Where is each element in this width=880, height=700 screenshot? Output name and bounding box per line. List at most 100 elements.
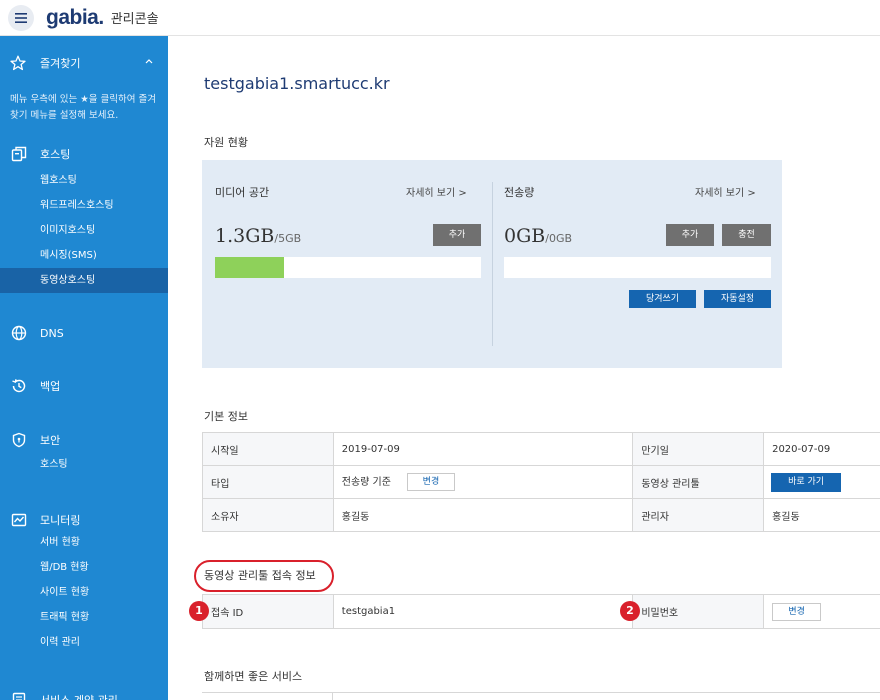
media-space-title: 미디어 공간 [215,186,270,199]
badge-step-1: 1 [189,601,209,621]
badge-step-2: 2 [620,601,640,621]
hamburger-icon [15,12,27,23]
sidebar-item-backup[interactable]: 백업 [0,376,168,396]
sidebar-item-monitoring[interactable]: 모니터링 [0,510,168,530]
basic-info-heading: 기본 정보 [204,410,248,423]
media-progress-fill [215,257,285,278]
password-cell: 변경 [763,594,880,629]
chevron-up-icon[interactable] [144,56,154,66]
sidebar-item-site-status[interactable]: 사이트 현황 [0,580,168,605]
sidebar-section-dns: DNS [0,323,168,343]
type-value-cell: 전송량 기준 변경 [332,465,634,499]
sidebar-item-server-status[interactable]: 서버 현황 [0,530,168,555]
services-table-border [202,692,880,693]
console-title: 관리콘솔 [110,12,159,27]
access-id-label: 접속 ID [202,594,334,629]
sidebar-section-label: DNS [40,326,64,340]
shield-icon [10,432,27,449]
sidebar-item-dns[interactable]: DNS [0,323,168,343]
services-table-divider [332,692,333,700]
sidebar-item-security-hosting[interactable]: 호스팅 [0,452,168,477]
hosting-icon [10,146,27,163]
hamburger-menu-button[interactable] [8,4,34,31]
sidebar: 즐겨찾기 메뉴 우측에 있는 ★을 클릭하여 즐겨찾기 메뉴를 설정해 보세요.… [0,36,168,700]
sidebar-item-history[interactable]: 이력 관리 [0,630,168,655]
star-icon [10,55,26,71]
sidebar-section-contract: 서비스 계약 관리 [0,690,168,700]
sidebar-section-label: 모니터링 [40,514,81,527]
media-usage: 1.3GB/5GB [215,225,301,247]
type-label: 타입 [202,465,334,499]
sidebar-section-hosting: 호스팅 웹호스팅 워드프레스호스팅 이미지호스팅 메시징(SMS) 동영상호스팅 [0,144,168,293]
favorites-description: 메뉴 우측에 있는 ★을 클릭하여 즐겨찾기 메뉴를 설정해 보세요. [10,94,156,121]
transfer-used: 0GB [504,225,546,247]
admin-value: 홍길동 [763,498,880,532]
monitor-icon [10,512,27,529]
sidebar-item-video-hosting[interactable]: 동영상호스팅 [0,268,168,293]
media-used: 1.3GB [215,225,275,247]
sidebar-section-label: 보안 [40,434,61,447]
sidebar-section-monitoring: 모니터링 서버 현황 웹/DB 현황 사이트 현황 트래픽 현황 이력 관리 [0,510,168,655]
transfer-progress-bar [504,257,771,278]
start-date-value: 2019-07-09 [332,432,634,466]
table-row: 소유자 홍길동 관리자 홍길동 [202,498,880,532]
resources-heading: 자원 현황 [204,136,248,149]
transfer-title: 전송량 [504,186,535,199]
sidebar-item-wordpress-hosting[interactable]: 워드프레스호스팅 [0,193,168,218]
sidebar-item-hosting[interactable]: 호스팅 [0,144,168,164]
transfer-advance-button[interactable]: 당겨쓰기 [629,290,696,308]
sidebar-section-security: 보안 호스팅 [0,430,168,477]
backup-icon [10,378,27,395]
sidebar-item-messaging[interactable]: 메시징(SMS) [0,243,168,268]
transfer-usage: 0GB/0GB [504,225,572,247]
basic-info-table: 시작일 2019-07-09 만기일 2020-07-09 타입 전송량 기준 변… [202,432,880,532]
globe-icon [10,325,27,342]
sidebar-item-security[interactable]: 보안 [0,430,168,450]
sidebar-section-backup: 백업 [0,376,168,396]
transfer-charge-button[interactable]: 충전 [722,224,771,246]
type-value: 전송량 기준 [341,477,391,488]
sidebar-item-traffic-status[interactable]: 트래픽 현황 [0,605,168,630]
media-add-button[interactable]: 추가 [433,224,481,246]
transfer-add-button[interactable]: 추가 [666,224,714,246]
table-row: 타입 전송량 기준 변경 동영상 관리툴 바로 가기 [202,465,880,499]
access-id-value: testgabia1 [332,594,634,629]
sidebar-section-label: 호스팅 [40,148,71,161]
media-progress-bar [215,257,481,278]
sidebar-item-image-hosting[interactable]: 이미지호스팅 [0,218,168,243]
owner-label: 소유자 [202,498,334,532]
sidebar-section-label: 서비스 계약 관리 [40,692,118,700]
top-bar: gabia. 관리콘솔 [0,0,880,36]
end-date-value: 2020-07-09 [763,432,880,466]
table-row: 시작일 2019-07-09 만기일 2020-07-09 [202,432,880,466]
sidebar-item-web-db-status[interactable]: 웹/DB 현황 [0,555,168,580]
gabia-logo[interactable]: gabia. [46,6,104,30]
recommended-services-heading: 함께하면 좋은 서비스 [204,670,303,683]
resources-divider [492,182,493,346]
manager-tool-button[interactable]: 바로 가기 [771,472,842,492]
password-change-button[interactable]: 변경 [772,602,822,621]
main-content: testgabia1.smartucc.kr 자원 현황 미디어 공간 자세히 … [168,36,880,700]
transfer-detail-link[interactable]: 자세히 보기 > [695,184,756,199]
sidebar-favorites-header[interactable]: 즐겨찾기 [0,52,168,74]
sidebar-item-web-hosting[interactable]: 웹호스팅 [0,168,168,193]
sidebar-item-contract[interactable]: 서비스 계약 관리 [0,690,168,700]
table-row: 접속 ID testgabia1 비밀번호 변경 [202,594,880,629]
access-info-table: 접속 ID testgabia1 비밀번호 변경 [202,594,880,629]
transfer-total: /0GB [545,232,573,245]
media-detail-link[interactable]: 자세히 보기 > [406,184,467,199]
type-change-button[interactable]: 변경 [406,473,455,491]
access-info-heading: 동영상 관리툴 접속 정보 [194,560,334,592]
favorites-label: 즐겨찾기 [40,57,81,70]
owner-value: 홍길동 [332,498,634,532]
sidebar-section-label: 백업 [40,380,61,393]
manager-tool-label: 동영상 관리툴 [632,465,765,499]
manager-tool-cell: 바로 가기 [763,465,880,499]
end-date-label: 만기일 [632,432,765,466]
transfer-auto-setting-button[interactable]: 자동설정 [704,290,771,308]
contract-icon [10,692,27,700]
start-date-label: 시작일 [202,432,334,466]
page-title-domain: testgabia1.smartucc.kr [204,74,390,93]
password-label: 비밀번호 [632,594,765,629]
admin-label: 관리자 [632,498,765,532]
